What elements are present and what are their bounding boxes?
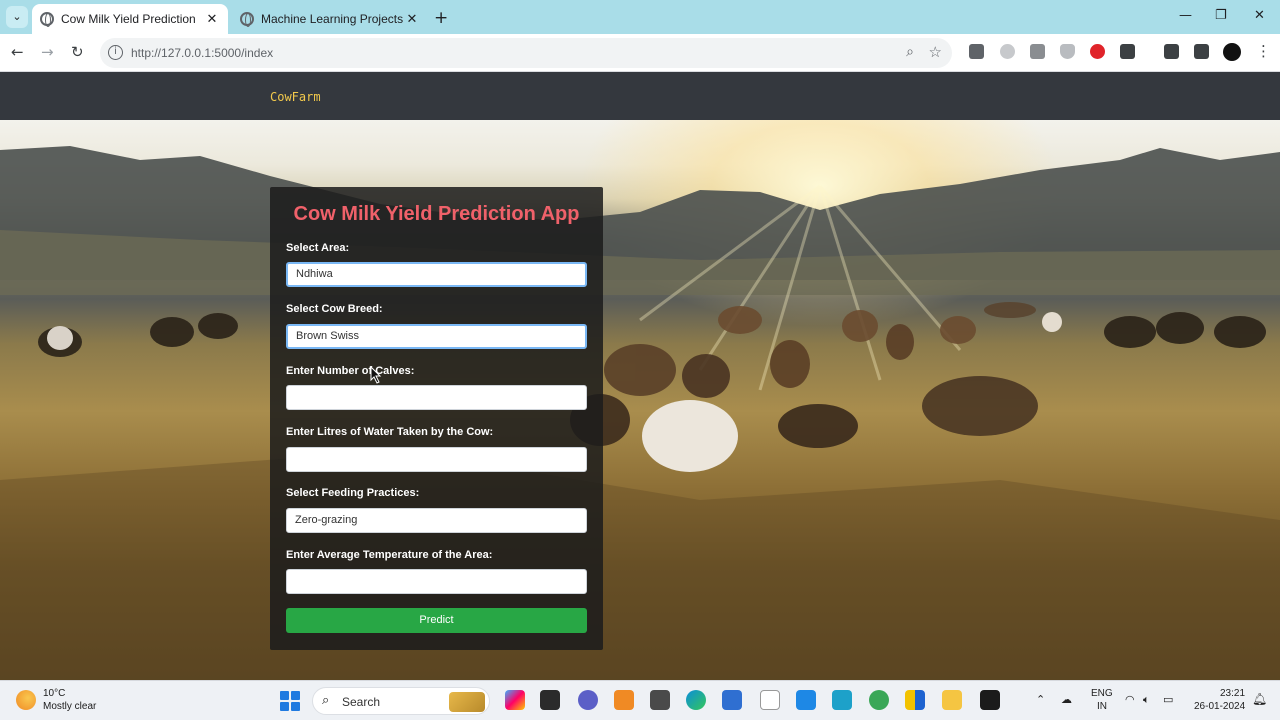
zoom-magnifier-icon[interactable]: ⌕	[906, 44, 914, 60]
copilot-icon[interactable]	[505, 690, 525, 710]
battery-icon[interactable]: ▭	[1163, 693, 1173, 706]
landscape-illustration	[0, 146, 1280, 680]
calves-input[interactable]	[286, 385, 587, 410]
tray-chevron-up-icon[interactable]: ⌃	[1036, 693, 1045, 706]
utorrent-icon[interactable]	[869, 690, 889, 710]
windows-start-icon[interactable]	[280, 691, 300, 711]
power-bi-icon[interactable]	[905, 690, 925, 710]
feeding-select[interactable]: Zero-grazing	[286, 508, 587, 533]
forward-arrow-icon[interactable]: →	[41, 43, 54, 61]
volume-icon[interactable]: 🔈︎	[1143, 693, 1150, 707]
area-select[interactable]: Ndhiwa	[286, 262, 587, 287]
web-page: CowFarm Cow Milk Yield Prediction App Se…	[0, 72, 1280, 680]
mouse-pointer-icon	[370, 366, 382, 384]
feeding-label: Select Feeding Practices:	[286, 487, 420, 499]
tab-close-icon[interactable]: ✕	[204, 12, 220, 27]
camera-icon[interactable]	[650, 690, 670, 710]
weather-temp[interactable]: 10°C	[43, 688, 65, 699]
clock-time[interactable]: 23:21	[1220, 688, 1245, 699]
form-title: Cow Milk Yield Prediction App	[293, 203, 580, 225]
search-icon: ⌕	[322, 693, 330, 708]
globe-icon	[40, 12, 54, 27]
onedrive-cloud-icon[interactable]: ☁	[1061, 693, 1072, 706]
globe-icon	[240, 12, 254, 27]
notification-bell-icon[interactable]: 🔔︎	[1252, 692, 1267, 706]
prediction-form-card: Cow Milk Yield Prediction App Select Are…	[270, 187, 603, 650]
tab-title: Cow Milk Yield Prediction	[61, 12, 196, 26]
tab-close-icon[interactable]: ✕	[404, 12, 420, 27]
profile-avatar[interactable]	[1223, 43, 1241, 61]
app-icon-1[interactable]	[578, 690, 598, 710]
tab-cow-milk-yield[interactable]: Cow Milk Yield Prediction ✕	[32, 4, 228, 34]
bookmark-star-icon[interactable]: ☆	[929, 43, 942, 61]
notepad-icon[interactable]	[760, 690, 780, 710]
url-text[interactable]: http://127.0.0.1:5000/index	[131, 46, 273, 60]
water-label: Enter Litres of Water Taken by the Cow:	[286, 426, 494, 438]
task-view-icon[interactable]	[540, 690, 560, 710]
windows-taskbar: 10°C Mostly clear ⌕ Search ⌃ ☁ ENG IN ◠ …	[0, 680, 1280, 720]
extension-shield-icon[interactable]	[1060, 44, 1075, 59]
breed-select[interactable]: Brown Swiss	[286, 324, 587, 349]
area-label: Select Area:	[286, 242, 350, 254]
background-image-grazing-sheep: Cow Milk Yield Prediction App Select Are…	[0, 120, 1280, 680]
language-line1[interactable]: ENG	[1091, 688, 1113, 699]
clock-date[interactable]: 26-01-2024	[1194, 701, 1245, 712]
brand-link[interactable]: CowFarm	[270, 90, 321, 104]
tab-machine-learning-projects[interactable]: Machine Learning Projects ✕	[232, 4, 428, 34]
calves-label: Enter Number of Calves:	[286, 365, 415, 377]
minimize-icon[interactable]: —	[1179, 8, 1192, 23]
predict-button[interactable]: Predict	[286, 608, 587, 633]
tab-title: Machine Learning Projects	[261, 12, 404, 26]
reading-list-icon[interactable]	[1164, 44, 1179, 59]
app-navbar: CowFarm	[0, 72, 1280, 120]
wifi-icon[interactable]: ◠	[1125, 693, 1135, 706]
extension-hand-icon[interactable]	[1000, 44, 1015, 59]
language-line2[interactable]: IN	[1097, 701, 1107, 712]
extension-screenshot-icon[interactable]	[969, 44, 984, 59]
extension-recycle-icon[interactable]	[1030, 44, 1045, 59]
extensions-puzzle-icon[interactable]	[1120, 44, 1135, 59]
browser-tab-bar: ⌄ Cow Milk Yield Prediction ✕ Machine Le…	[0, 0, 1280, 34]
new-tab-plus-icon[interactable]: +	[434, 8, 448, 28]
app-icon-3[interactable]	[722, 690, 742, 710]
more-menu-icon[interactable]: ⋮	[1256, 42, 1271, 60]
extension-opera-icon[interactable]	[1090, 44, 1105, 59]
temperature-input[interactable]	[286, 569, 587, 594]
weather-condition[interactable]: Mostly clear	[43, 701, 96, 712]
breed-label: Select Cow Breed:	[286, 303, 383, 315]
site-info-icon[interactable]: i	[108, 45, 123, 60]
edge-browser-icon[interactable]	[686, 690, 706, 710]
file-explorer-icon[interactable]	[942, 690, 962, 710]
search-highlight-image	[449, 692, 485, 712]
weather-moon-icon[interactable]	[16, 690, 36, 710]
maximize-icon[interactable]: ❐	[1215, 8, 1227, 23]
terminal-icon[interactable]	[980, 690, 1000, 710]
temperature-label: Enter Average Temperature of the Area:	[286, 549, 493, 561]
window-close-icon[interactable]: ✕	[1254, 8, 1265, 23]
back-arrow-icon[interactable]: ←	[11, 43, 24, 61]
taskbar-search[interactable]: ⌕ Search	[312, 687, 490, 715]
app-icon-4[interactable]	[796, 690, 816, 710]
monitor-icon[interactable]	[832, 690, 852, 710]
search-placeholder: Search	[342, 695, 381, 709]
tab-list-chevron-down-icon[interactable]: ⌄	[6, 6, 28, 28]
reload-icon[interactable]: ↻	[71, 43, 84, 61]
address-bar[interactable]: i http://127.0.0.1:5000/index ⌕ ☆	[100, 38, 952, 68]
app-icon-2[interactable]	[614, 690, 634, 710]
browser-toolbar: ← → ↻ i http://127.0.0.1:5000/index ⌕ ☆ …	[0, 34, 1280, 72]
side-panel-icon[interactable]	[1194, 44, 1209, 59]
water-input[interactable]	[286, 447, 587, 472]
